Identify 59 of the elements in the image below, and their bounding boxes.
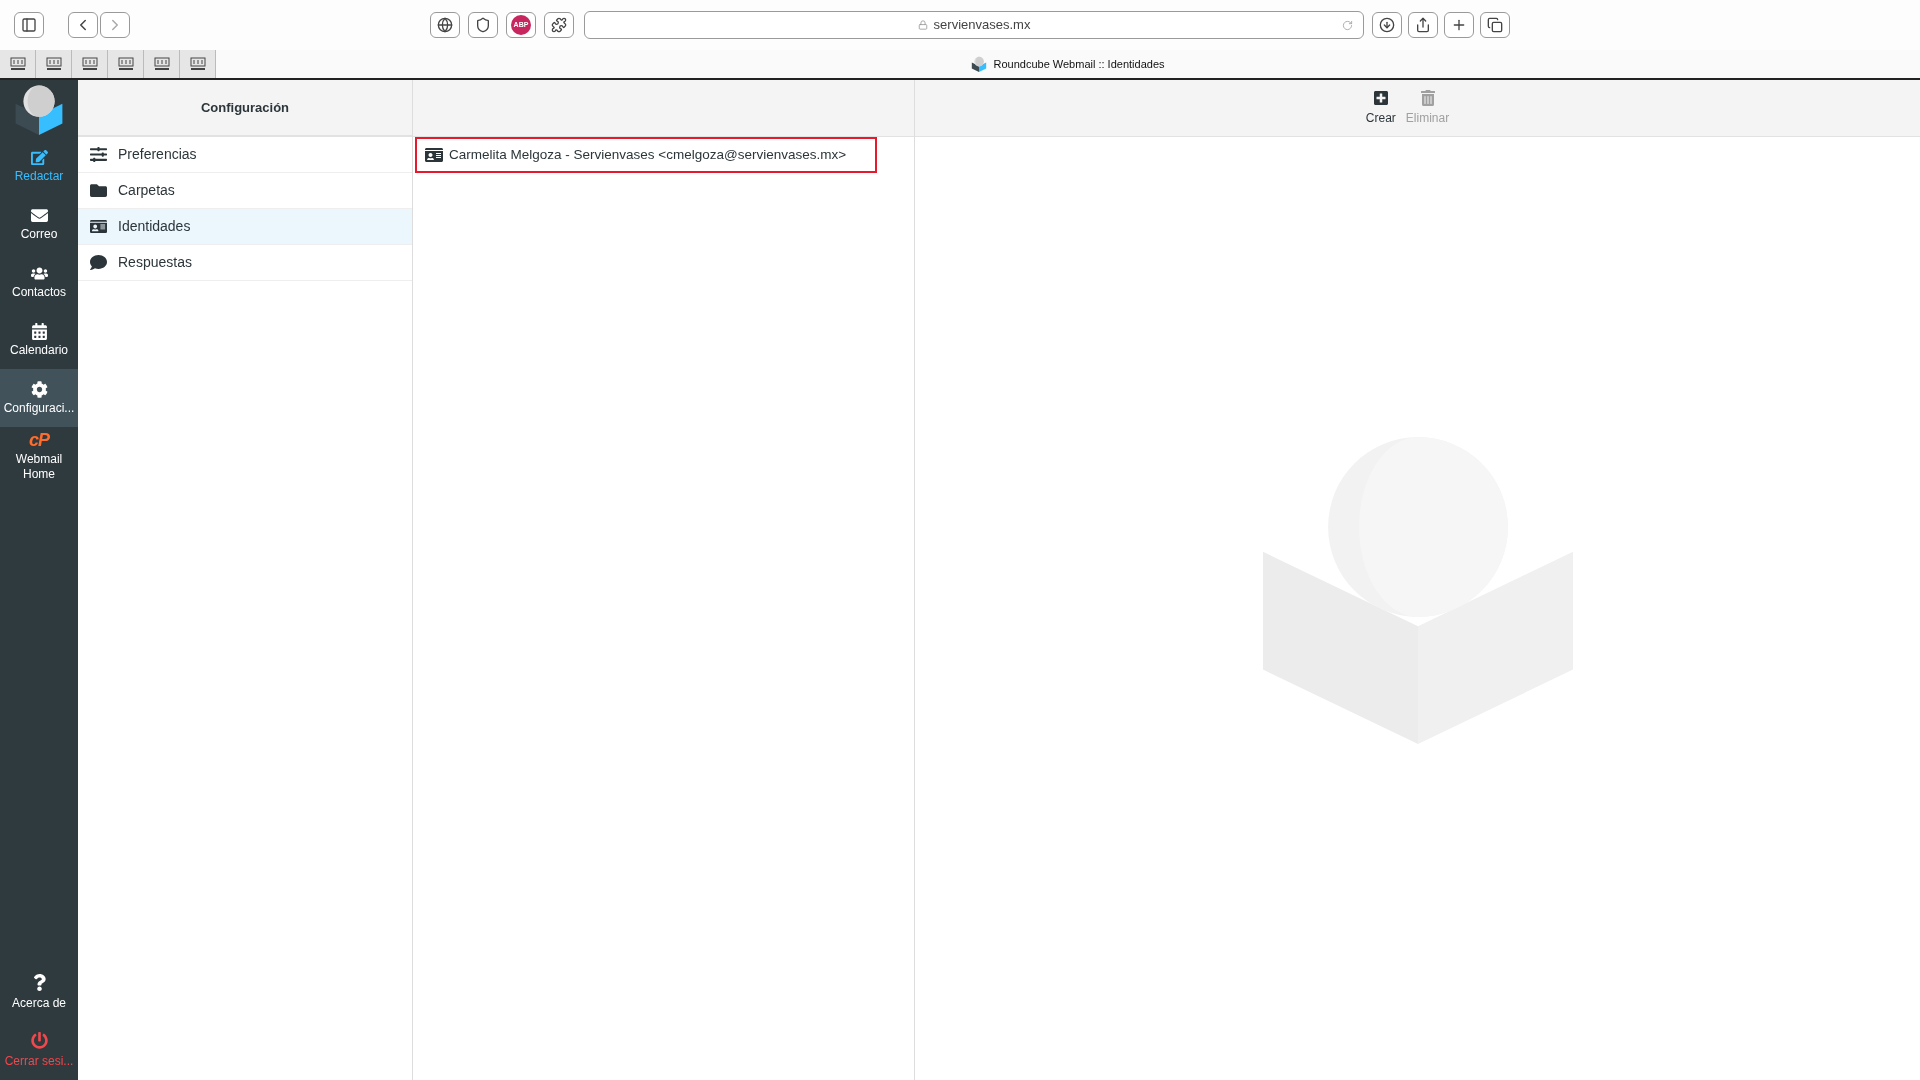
page-title: Roundcube Webmail :: Identidades [993,56,1165,72]
tabs-icon [1487,17,1503,33]
power-icon [30,1032,48,1049]
address-text: servienvases.mx [933,16,1031,35]
new-tab-button[interactable] [1444,12,1474,38]
compose-icon [30,148,48,166]
share-icon [1415,17,1431,33]
plus-icon [1372,89,1389,106]
panel-title: Configuración [200,98,290,117]
envelope-icon [30,206,48,224]
sliders-icon [89,146,107,163]
share-button[interactable] [1408,12,1438,38]
back-button[interactable] [68,12,98,38]
favicon-icon [153,57,170,71]
identity-row[interactable]: Carmelita Melgoza - Servienvases <cmelgoza@servienvases.mx> [415,137,877,173]
pinned-tab[interactable] [180,50,216,78]
pinned-tab[interactable] [0,50,36,78]
id-card-icon [89,218,107,235]
nav-item[interactable]: Configuraci... [0,369,78,427]
pinned-tab[interactable] [72,50,108,78]
downloads-button[interactable] [1372,12,1402,38]
calendar-icon [30,322,48,340]
puzzle-icon [551,17,567,33]
roundcube-logo-icon [971,56,988,72]
favicon-icon [81,57,98,71]
favicon-icon [189,57,206,71]
folder-icon [89,182,107,199]
sidebar-icon [21,17,37,33]
favicon-icon [117,57,134,71]
extension-button[interactable] [544,12,574,38]
favicon-icon [9,57,26,71]
pinned-tab[interactable] [108,50,144,78]
sidebar-toggle-button[interactable] [14,12,44,38]
shield-button[interactable] [468,12,498,38]
nav-item[interactable]: cP Webmail Home [0,427,78,485]
address-bar[interactable]: servienvases.mx [584,11,1364,39]
settings-item[interactable]: Identidades [78,209,412,245]
favicon-icon [45,57,62,71]
pinned-tab[interactable] [144,50,180,78]
nav-item[interactable]: Correo [0,195,78,253]
speech-bubble-icon [89,254,107,271]
cpanel-logo: cP [29,430,49,449]
toolbar-button[interactable]: Crear [1365,89,1396,127]
id-card-icon [425,146,443,164]
globe-button[interactable] [430,12,460,38]
nav-item[interactable]: Calendario [0,311,78,369]
tabs-overview-button[interactable] [1480,12,1510,38]
trash-icon [1419,89,1436,106]
download-icon [1379,17,1395,33]
settings-icon [30,380,48,398]
nav-item[interactable]: Redactar [0,137,78,195]
plus-icon [1451,17,1467,33]
shield-icon [475,17,491,33]
pinned-tab[interactable] [36,50,72,78]
nav-item[interactable]: Acerca de [0,964,78,1022]
lock-icon [917,20,928,30]
forward-button[interactable] [100,12,130,38]
globe-icon [437,17,453,33]
nav-item[interactable]: Contactos [0,253,78,311]
